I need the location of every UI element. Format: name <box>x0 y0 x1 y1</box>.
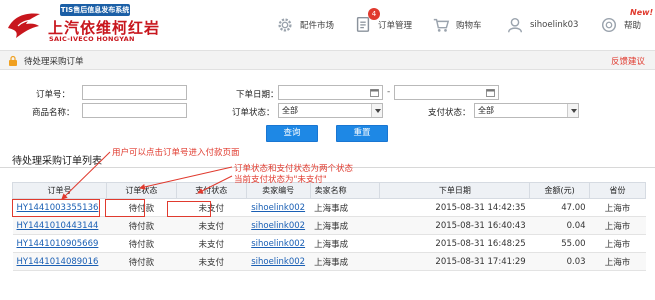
annotation-status-note-2: 当前支付状态为"未支付" <box>234 175 327 185</box>
order-status-label: 订单状态： <box>232 108 275 118</box>
nav-user[interactable]: sihoelink03 <box>506 14 578 36</box>
brand-name-en: SAIC-IVECO HONGYAN <box>49 35 135 43</box>
annotation-box-order-no <box>12 199 100 217</box>
table-row: HY1441014089016 待付款 未支付 sihoelink002 上海事… <box>12 252 646 271</box>
system-badge: TIS售后信息发布系统 <box>60 4 130 16</box>
seller-no-link[interactable]: sihoelink002 <box>251 257 305 267</box>
seller-name-cell: 上海事成 <box>310 216 380 235</box>
order-status-cell: 待付款 <box>106 252 177 271</box>
pay-status-cell: 未支付 <box>176 234 247 253</box>
feedback-link[interactable]: 反馈建议 <box>611 55 645 67</box>
page-title: 待处理采购订单 <box>24 57 84 67</box>
seller-no-link[interactable]: sihoelink002 <box>251 203 305 213</box>
seller-no-link[interactable]: sihoelink002 <box>251 239 305 249</box>
nav-cart-label: 购物车 <box>456 21 482 31</box>
table-header-row: 订单号 订单状态 支付状态 卖家编号 卖家名称 下单日期 金额(元) 省份 <box>12 182 646 199</box>
annotation-box-pay-status <box>167 201 211 217</box>
orders-table: 订单号 订单状态 支付状态 卖家编号 卖家名称 下单日期 金额(元) 省份 HY… <box>12 182 646 271</box>
chevron-down-icon[interactable] <box>371 104 382 117</box>
amount-cell: 0.04 <box>529 216 590 235</box>
nav-order-manage-label: 订单管理 <box>378 21 413 31</box>
help-icon <box>601 17 617 33</box>
calendar-icon[interactable] <box>370 89 379 97</box>
nav-parts-market[interactable]: 配件市场 <box>276 14 334 36</box>
annotation-box-order-status <box>105 199 145 217</box>
query-button[interactable]: 查询 <box>266 125 318 142</box>
list-title: 待处理采购订单列表 <box>12 156 102 167</box>
product-name-label: 商品名称： <box>32 108 75 118</box>
hongyan-bird-logo-icon <box>8 13 40 39</box>
calendar-icon[interactable] <box>486 89 495 97</box>
order-date-cell: 2015-08-31 17:41:29 <box>379 252 530 271</box>
seller-no-link[interactable]: sihoelink002 <box>251 221 305 231</box>
nav-parts-market-label: 配件市场 <box>300 21 335 31</box>
province-cell: 上海市 <box>589 216 646 235</box>
order-date-cell: 2015-08-31 16:48:25 <box>379 234 530 253</box>
province-cell: 上海市 <box>589 198 646 217</box>
order-no-input[interactable] <box>82 85 187 100</box>
gear-icon <box>278 18 292 32</box>
order-status-cell: 待付款 <box>106 234 177 253</box>
date-range-dash: - <box>387 87 391 97</box>
reset-button[interactable]: 重置 <box>336 125 388 142</box>
cart-icon <box>433 18 450 32</box>
order-no-link[interactable]: HY1441014089016 <box>17 257 99 267</box>
product-name-input[interactable] <box>82 103 187 118</box>
order-status-cell: 待付款 <box>106 216 177 235</box>
order-no-label: 订单号： <box>36 90 71 100</box>
nav-help-label: 帮助 <box>624 21 642 31</box>
date-to-input[interactable] <box>394 85 499 100</box>
order-no-link[interactable]: HY1441010443144 <box>17 221 99 231</box>
date-from-input[interactable] <box>278 85 383 100</box>
table-row: HY1441010443144 待付款 未支付 sihoelink002 上海事… <box>12 216 646 235</box>
order-status-value: 全部 <box>282 106 298 115</box>
pay-status-select[interactable]: 全部 <box>474 103 579 118</box>
app-header: TIS售后信息发布系统 上汽依维柯红岩 SAIC-IVECO HONGYAN 配… <box>0 0 655 48</box>
amount-cell: 47.00 <box>529 198 590 217</box>
col-amount[interactable]: 金额(元) <box>529 182 591 199</box>
province-cell: 上海市 <box>589 252 646 271</box>
nav-help[interactable]: 帮助 <box>600 14 641 36</box>
col-order-no[interactable]: 订单号 <box>12 182 107 199</box>
new-tag: New! <box>630 8 654 17</box>
pay-status-value: 全部 <box>478 106 494 115</box>
user-icon <box>507 17 523 33</box>
province-cell: 上海市 <box>589 234 646 253</box>
lock-icon <box>9 55 17 66</box>
order-no-link[interactable]: HY1441010905669 <box>17 239 99 249</box>
nav-order-manage[interactable]: 4 订单管理 <box>354 7 413 36</box>
col-order-status[interactable]: 订单状态 <box>105 182 177 199</box>
page-title-bar: 待处理采购订单 反馈建议 <box>0 50 655 70</box>
amount-cell: 0.03 <box>529 252 590 271</box>
annotation-order-link-note: 用户可以点击订单号进入付款页面 <box>112 148 240 158</box>
table-row: HY1441010905669 待付款 未支付 sihoelink002 上海事… <box>12 234 646 253</box>
nav-cart[interactable]: 购物车 <box>432 14 482 36</box>
col-province[interactable]: 省份 <box>589 182 646 199</box>
seller-name-cell: 上海事成 <box>310 252 380 271</box>
pay-status-cell: 未支付 <box>176 216 247 235</box>
order-status-select[interactable]: 全部 <box>278 103 383 118</box>
chevron-down-icon[interactable] <box>567 104 578 117</box>
pay-status-label: 支付状态： <box>428 108 471 118</box>
seller-name-cell: 上海事成 <box>310 234 380 253</box>
brand-logo[interactable]: TIS售后信息发布系统 上汽依维柯红岩 SAIC-IVECO HONGYAN <box>4 2 194 46</box>
seller-name-cell: 上海事成 <box>310 198 380 217</box>
pay-status-cell: 未支付 <box>176 252 247 271</box>
order-date-cell: 2015-08-31 14:42:35 <box>379 198 530 217</box>
order-count-badge: 4 <box>368 7 380 20</box>
order-date-label: 下单日期： <box>236 90 279 100</box>
order-date-cell: 2015-08-31 16:40:43 <box>379 216 530 235</box>
nav-user-label: sihoelink03 <box>530 20 579 30</box>
amount-cell: 55.00 <box>529 234 590 253</box>
col-order-date[interactable]: 下单日期 <box>379 182 531 199</box>
